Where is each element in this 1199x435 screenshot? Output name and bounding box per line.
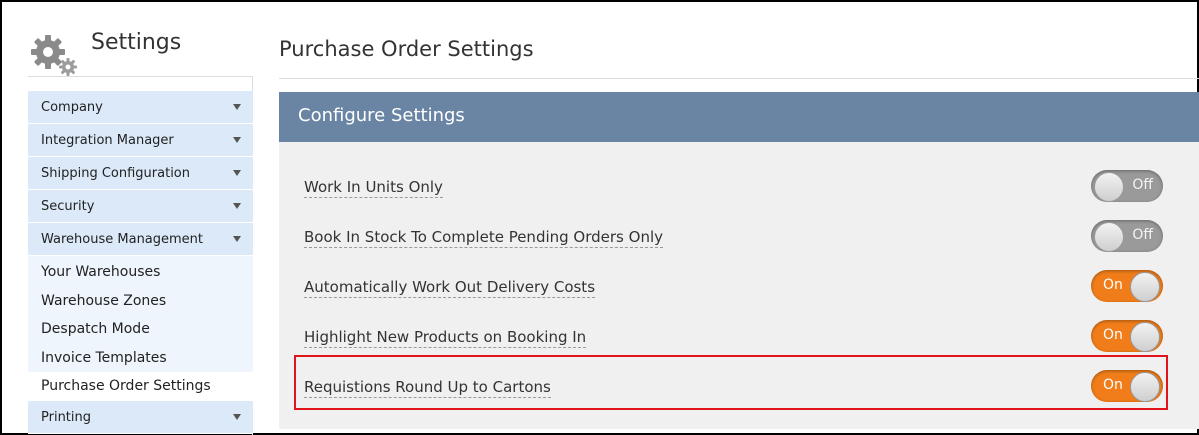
toggle-knob [1130,272,1160,302]
sidebar-header: Settings [28,30,254,78]
settings-sidebar: Settings Company Integration Manager Shi… [28,2,255,435]
sidebar-item-company[interactable]: Company [28,91,253,124]
setting-row: Automatically Work Out Delivery Costs On [279,264,1199,314]
submenu-item-warehouse-zones[interactable]: Warehouse Zones [28,287,253,316]
sidebar-item-shipping-configuration[interactable]: Shipping Configuration [28,157,253,190]
sidebar-item-label: Company [41,100,103,115]
setting-toggle[interactable]: On [1091,270,1163,302]
setting-label[interactable]: Work In Units Only [304,178,443,198]
setting-row: Book In Stock To Complete Pending Orders… [279,214,1199,264]
divider [28,76,252,77]
sidebar-nav: Company Integration Manager Shipping Con… [28,91,255,434]
sidebar-item-label: Shipping Configuration [41,166,191,181]
submenu-item-your-warehouses[interactable]: Your Warehouses [28,258,253,287]
toggle-state-text: On [1103,327,1123,343]
setting-toggle[interactable]: Off [1091,220,1163,252]
caret-down-icon [233,203,241,209]
highlight-box [294,355,1168,410]
setting-row: Work In Units Only Off [279,164,1199,214]
caret-down-icon [233,170,241,176]
setting-toggle[interactable]: On [1091,320,1163,352]
sidebar-item-label: Integration Manager [41,133,174,148]
setting-label[interactable]: Highlight New Products on Booking In [304,328,587,348]
toggle-state-text: Off [1132,227,1153,243]
toggle-state-text: Off [1132,177,1153,193]
page-title: Purchase Order Settings [279,37,534,61]
submenu-item-purchase-order-settings[interactable]: Purchase Order Settings [28,372,255,401]
toggle-knob [1094,222,1124,252]
panel-title: Configure Settings [279,92,1199,142]
sidebar-item-integration-manager[interactable]: Integration Manager [28,124,253,157]
setting-toggle[interactable]: Off [1091,170,1163,202]
divider [279,78,1199,79]
caret-down-icon [233,104,241,110]
sidebar-item-warehouse-management[interactable]: Warehouse Management [28,223,253,256]
setting-label[interactable]: Book In Stock To Complete Pending Orders… [304,228,663,248]
toggle-state-text: On [1103,277,1123,293]
gear-icon [31,35,77,76]
toggle-knob [1094,172,1124,202]
toggle-knob [1130,322,1160,352]
sidebar-item-label: Printing [41,409,92,425]
setting-label[interactable]: Automatically Work Out Delivery Costs [304,278,596,298]
caret-down-icon [233,137,241,143]
sidebar-item-label: Warehouse Management [41,232,204,247]
submenu-item-invoice-templates[interactable]: Invoice Templates [28,344,253,373]
warehouse-submenu: Your Warehouses Warehouse Zones Despatch… [28,256,255,401]
sidebar-title: Settings [91,30,182,55]
caret-down-icon [233,413,241,420]
sidebar-item-label: Security [41,199,95,214]
sidebar-item-security[interactable]: Security [28,190,253,223]
caret-down-icon [233,236,241,242]
sidebar-item-printing[interactable]: Printing [28,400,253,434]
submenu-item-despatch-mode[interactable]: Despatch Mode [28,315,253,344]
